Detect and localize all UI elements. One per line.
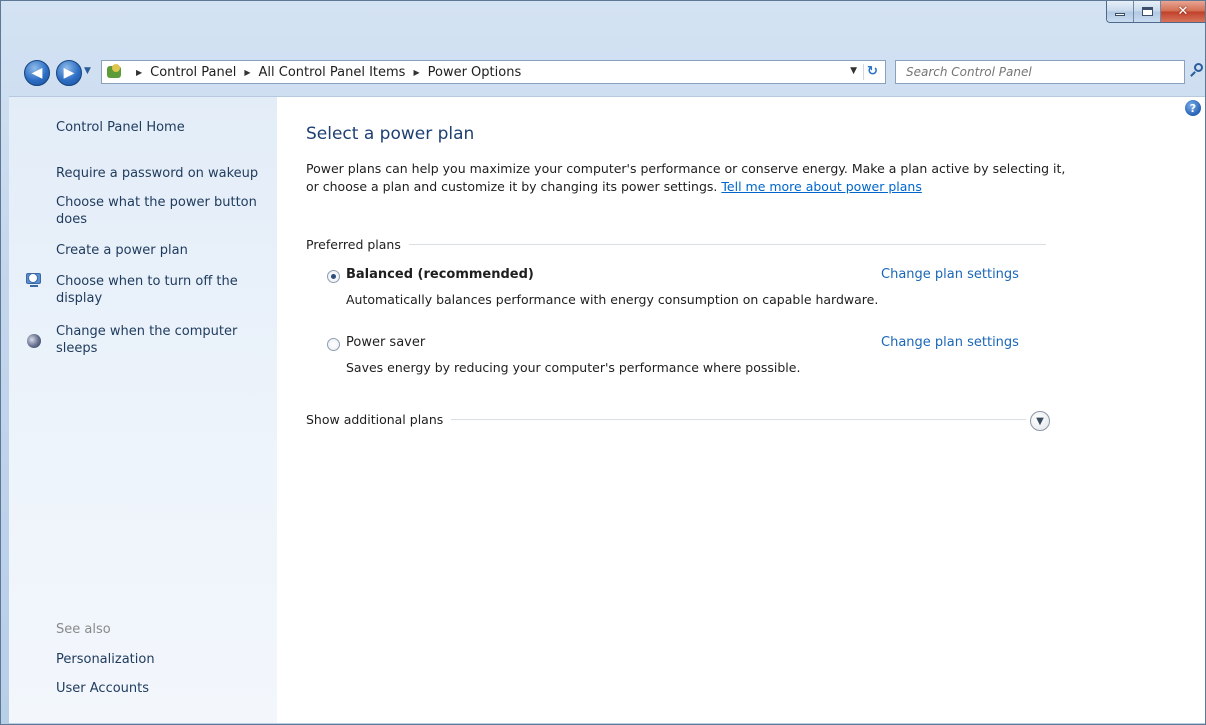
breadcrumb-power-options[interactable]: Power Options	[428, 65, 522, 80]
sidebar-link-user-accounts[interactable]: User Accounts	[56, 680, 149, 697]
breadcrumb-chevron-icon[interactable]: ▶	[136, 68, 142, 77]
close-button[interactable]: ✕	[1161, 1, 1205, 22]
change-plan-settings-power-saver[interactable]: Change plan settings	[881, 335, 1019, 350]
sidebar-link-computer-sleeps[interactable]: Change when the computer sleeps	[56, 323, 256, 357]
intro-body: Power plans can help you maximize your c…	[306, 161, 1066, 194]
sidebar-link-control-panel-home[interactable]: Control Panel Home	[56, 119, 185, 136]
plan-desc-power-saver: Saves energy by reducing your computer's…	[346, 360, 801, 375]
breadcrumb-chevron-icon[interactable]: ▶	[413, 68, 419, 77]
radio-balanced[interactable]	[327, 270, 340, 283]
show-additional-plans-label[interactable]: Show additional plans	[306, 412, 443, 427]
address-dropdown-icon[interactable]: ▼	[850, 66, 857, 76]
recent-pages-dropdown[interactable]: ▼	[84, 66, 96, 78]
minimize-icon	[1115, 13, 1125, 16]
window: ✕ ◀ ▶ ▼ ▶ Control Panel ▶ All Control Pa…	[0, 0, 1206, 725]
preferred-plans-group: Preferred plans	[306, 235, 1046, 253]
search-icon[interactable]	[1190, 63, 1205, 79]
change-plan-settings-balanced[interactable]: Change plan settings	[881, 267, 1019, 282]
back-button[interactable]: ◀	[24, 60, 50, 86]
breadcrumb-chevron-icon[interactable]: ▶	[244, 68, 250, 77]
sidebar-link-power-button[interactable]: Choose what the power button does	[56, 194, 271, 228]
help-icon[interactable]: ?	[1185, 100, 1201, 116]
main-content: Select a power plan Power plans can help…	[277, 96, 1205, 723]
search-input[interactable]	[896, 65, 1184, 79]
display-timer-icon	[25, 271, 43, 289]
sidebar-link-personalization[interactable]: Personalization	[56, 651, 155, 668]
maximize-button[interactable]	[1134, 1, 1161, 22]
expand-chevron-icon[interactable]: ▼	[1030, 411, 1050, 431]
sidebar-link-create-plan[interactable]: Create a power plan	[56, 242, 188, 259]
sidebar-link-require-password[interactable]: Require a password on wakeup	[56, 165, 258, 182]
navigation-bar: ◀ ▶ ▼ ▶ Control Panel ▶ All Control Pane…	[1, 58, 1205, 86]
forward-button[interactable]: ▶	[56, 60, 82, 86]
radio-power-saver[interactable]	[327, 338, 340, 351]
minimize-button[interactable]	[1107, 1, 1134, 22]
address-bar[interactable]: ▶ Control Panel ▶ All Control Panel Item…	[101, 60, 886, 84]
forward-arrow-icon: ▶	[63, 65, 75, 81]
maximize-icon	[1141, 7, 1153, 16]
control-panel-icon	[106, 63, 124, 81]
plan-name-power-saver[interactable]: Power saver	[346, 335, 425, 350]
learn-more-link[interactable]: Tell me more about power plans	[721, 179, 921, 194]
title-bar: ✕	[1, 1, 1205, 47]
plan-desc-balanced: Automatically balances performance with …	[346, 292, 879, 307]
page-title: Select a power plan	[306, 124, 475, 144]
divider	[408, 243, 1046, 245]
search-box[interactable]	[895, 60, 1185, 84]
divider	[451, 418, 1026, 420]
back-arrow-icon: ◀	[31, 65, 43, 81]
window-controls: ✕	[1106, 1, 1205, 23]
close-icon: ✕	[1177, 4, 1189, 19]
intro-text: Power plans can help you maximize your c…	[306, 160, 1066, 196]
breadcrumb-all-items[interactable]: All Control Panel Items	[259, 65, 406, 80]
sidebar-link-turn-off-display[interactable]: Choose when to turn off the display	[56, 273, 256, 307]
refresh-icon[interactable]: ↻	[863, 64, 881, 80]
breadcrumb-control-panel[interactable]: Control Panel	[150, 65, 236, 80]
sleep-moon-icon	[25, 333, 43, 351]
sidebar: Control Panel Home Require a password on…	[9, 96, 277, 723]
additional-plans-group: Show additional plans	[306, 410, 1026, 428]
preferred-plans-label: Preferred plans	[306, 236, 401, 252]
see-also-heading: See also	[56, 622, 111, 637]
plan-name-balanced[interactable]: Balanced (recommended)	[346, 267, 534, 282]
